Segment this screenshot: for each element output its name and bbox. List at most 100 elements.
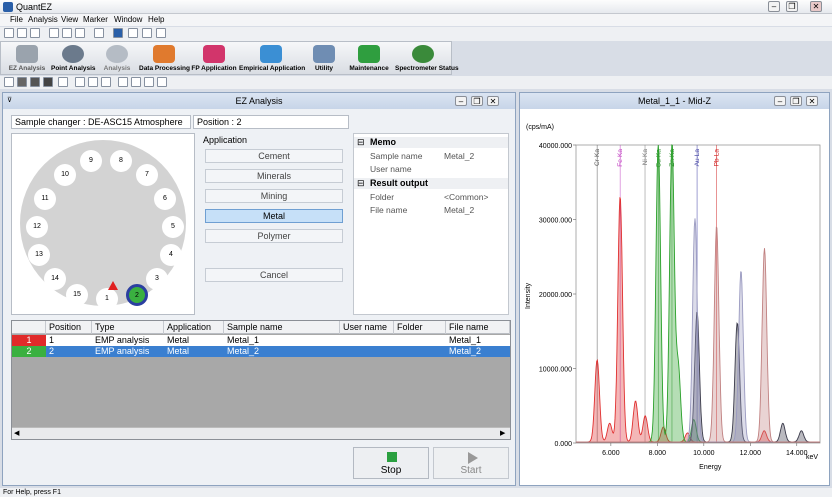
spectrum-titlebar: Metal_1_1 - Mid-Z – ❐ ✕	[520, 93, 829, 109]
mining-button[interactable]: Mining	[205, 189, 343, 203]
property-file-name[interactable]: File name Metal_2	[354, 205, 508, 216]
print-icon[interactable]	[94, 28, 104, 38]
menu-window[interactable]: Window	[114, 15, 142, 24]
tile-horizontal-icon[interactable]	[142, 28, 152, 38]
slot-10[interactable]: 10	[54, 164, 76, 186]
slot-7[interactable]: 7	[136, 164, 158, 186]
start-button[interactable]: Start	[433, 447, 509, 479]
open-icon[interactable]	[17, 28, 27, 38]
spectrometer-status-button[interactable]: Spectrometer Status	[395, 42, 459, 75]
slot-13[interactable]: 13	[28, 244, 50, 266]
slot-14[interactable]: 14	[44, 268, 66, 290]
about-icon[interactable]	[113, 28, 123, 38]
slot-11[interactable]: 11	[34, 188, 56, 210]
menu-marker[interactable]: Marker	[83, 15, 108, 24]
marker-1-icon[interactable]	[118, 77, 128, 87]
memo-group[interactable]: ⊟ Memo	[354, 137, 508, 148]
column-header-type[interactable]: Type	[92, 321, 164, 334]
menu-file[interactable]: File	[10, 15, 23, 24]
menu-analysis[interactable]: Analysis	[28, 15, 58, 24]
marker-label: Cr-Ka	[594, 149, 601, 166]
horizontal-scrollbar[interactable]: ◀ ▶	[12, 427, 510, 439]
slot-2[interactable]: 2	[126, 284, 148, 306]
scroll-left-icon[interactable]: ◀	[14, 429, 19, 437]
utility-button[interactable]: Utility	[305, 42, 343, 75]
x-tick-label: 14.000	[786, 450, 808, 457]
cut-icon[interactable]	[49, 28, 59, 38]
paste-icon[interactable]	[75, 28, 85, 38]
new-icon[interactable]	[4, 28, 14, 38]
slot-6[interactable]: 6	[154, 188, 176, 210]
y-unit-label: (cps/mA)	[526, 124, 554, 131]
fp-application-button[interactable]: FP Application	[191, 42, 237, 75]
property-folder[interactable]: Folder <Common>	[354, 192, 508, 203]
slot-8[interactable]: 8	[110, 150, 132, 172]
zoom-1-icon[interactable]	[75, 77, 85, 87]
ez-close-icon[interactable]: ✕	[487, 96, 499, 106]
view-3-icon[interactable]	[43, 77, 53, 87]
cancel-button[interactable]: Cancel	[205, 268, 343, 282]
cell-file-name: Metal_2	[449, 346, 482, 356]
column-header-sample-name[interactable]: Sample name	[224, 321, 340, 334]
add-icon[interactable]	[4, 77, 14, 87]
stop-button[interactable]: Stop	[353, 447, 429, 479]
copy-icon[interactable]	[62, 28, 72, 38]
polymer-button[interactable]: Polymer	[205, 229, 343, 243]
slot-5[interactable]: 5	[162, 216, 184, 238]
property-user-name[interactable]: User name	[354, 164, 508, 175]
marker-4-icon[interactable]	[157, 77, 167, 87]
metal-button[interactable]: Metal	[205, 209, 343, 223]
row-index: 1	[12, 335, 46, 346]
slot-15[interactable]: 15	[66, 284, 88, 306]
column-header-index[interactable]	[12, 321, 46, 334]
marker-3-icon[interactable]	[144, 77, 154, 87]
column-header-position[interactable]: Position	[46, 321, 92, 334]
view-2-icon[interactable]	[30, 77, 40, 87]
cell-position: 1	[49, 335, 55, 345]
menu-view[interactable]: View	[61, 15, 78, 24]
save-icon[interactable]	[30, 28, 40, 38]
slot-4[interactable]: 4	[160, 244, 182, 266]
slot-12[interactable]: 12	[26, 216, 48, 238]
spectrum-chart[interactable]: (cps/mA) Intensity Energy keV 40000.000 30000…	[520, 109, 829, 485]
spectrum-close-icon[interactable]: ✕	[806, 96, 818, 106]
property-sample-name[interactable]: Sample name Metal_2	[354, 151, 508, 162]
marker-2-icon[interactable]	[131, 77, 141, 87]
analysis-button[interactable]: Analysis	[97, 42, 137, 75]
menu-help[interactable]: Help	[148, 15, 164, 24]
check-icon[interactable]	[58, 77, 68, 87]
zoom-2-icon[interactable]	[88, 77, 98, 87]
ez-analysis-button[interactable]: EZ Analysis	[5, 42, 49, 75]
slot-9[interactable]: 9	[80, 150, 102, 172]
cascade-icon[interactable]	[128, 28, 138, 38]
empirical-application-button[interactable]: Empirical Application	[239, 42, 305, 75]
column-header-file-name[interactable]: File name	[446, 321, 510, 334]
column-header-application[interactable]: Application	[164, 321, 224, 334]
close-icon[interactable]: ✕	[810, 1, 822, 12]
x-tick-label: 8.000	[649, 450, 667, 457]
ez-minimize-icon[interactable]: –	[455, 96, 467, 106]
spectrum-restore-icon[interactable]: ❐	[790, 96, 802, 106]
column-header-user-name[interactable]: User name	[340, 321, 394, 334]
zoom-3-icon[interactable]	[101, 77, 111, 87]
view-1-icon[interactable]	[17, 77, 27, 87]
maximize-icon[interactable]: ❐	[786, 1, 798, 12]
column-header-folder[interactable]: Folder	[394, 321, 446, 334]
tile-vertical-icon[interactable]	[156, 28, 166, 38]
minimize-icon[interactable]: –	[768, 1, 780, 12]
collapse-icon[interactable]: ⊟	[357, 178, 365, 189]
spectrum-minimize-icon[interactable]: –	[774, 96, 786, 106]
collapse-icon[interactable]: ⊟	[357, 137, 365, 148]
table-row[interactable]: 1 1 EMP analysis Metal Metal_1 Metal_1	[12, 335, 510, 346]
result-output-group[interactable]: ⊟ Result output	[354, 178, 508, 189]
point-analysis-button[interactable]: Point Analysis	[51, 42, 96, 75]
minerals-button[interactable]: Minerals	[205, 169, 343, 183]
maintenance-button[interactable]: Maintenance	[345, 42, 393, 75]
slot-3[interactable]: 3	[146, 268, 168, 290]
slot-1[interactable]: 1	[96, 288, 118, 310]
table-row[interactable]: 2 2 EMP analysis Metal Metal_2 Metal_2	[12, 346, 510, 357]
cement-button[interactable]: Cement	[205, 149, 343, 163]
ez-restore-icon[interactable]: ❐	[471, 96, 483, 106]
data-processing-button[interactable]: Data Processing	[139, 42, 190, 75]
scroll-right-icon[interactable]: ▶	[500, 429, 505, 437]
